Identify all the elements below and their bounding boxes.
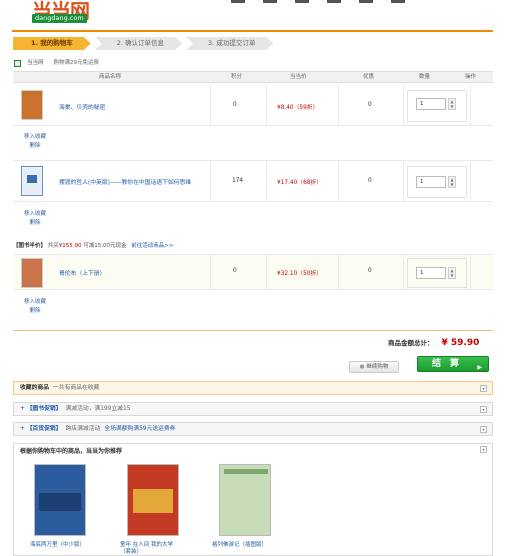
promotion-banner: 【图书半价】 共买¥155.90 可减15.00元现金 前往活动商品>> bbox=[13, 240, 493, 252]
recommended-book-cover[interactable] bbox=[34, 464, 86, 536]
total-amount: ¥ 59.90 bbox=[441, 338, 480, 348]
select-all-label: 当当网 bbox=[27, 60, 44, 66]
product-points: 0 bbox=[233, 102, 237, 108]
shipping-note: 购物满29元免运费 bbox=[53, 60, 100, 66]
collapse-toggle-icon[interactable]: ▾ bbox=[480, 406, 487, 413]
collapse-toggle-icon[interactable]: ▾ bbox=[480, 426, 487, 433]
promo-tag: 【图书半价】 bbox=[13, 243, 47, 249]
general-promo-section[interactable]: + 【百货促销】 跨店满减活动 全场满额购满59元送运费券 ▾ bbox=[13, 422, 493, 436]
product-discount: 0 bbox=[368, 178, 372, 184]
quantity-stepper[interactable]: ▲ ▼ bbox=[448, 176, 456, 188]
section-note: 跨店满减活动 bbox=[65, 426, 101, 432]
product-price: ¥17.40（68折） bbox=[277, 180, 323, 186]
collapse-toggle-icon[interactable]: ▾ bbox=[480, 446, 487, 453]
book-promo-section[interactable]: + 【图书促销】 满减活动，满199立减15 ▾ bbox=[13, 402, 493, 416]
checkout-button[interactable]: 结 算 ▶ bbox=[417, 356, 489, 372]
product-name-link[interactable]: 摆渡的哲人(中英版)——教你在中国话语下如何思维 bbox=[59, 177, 191, 186]
header-divider bbox=[12, 30, 493, 32]
continue-shopping-button[interactable]: ● 继续购物 bbox=[349, 361, 399, 373]
expand-icon: + bbox=[20, 406, 25, 412]
product-cover-image[interactable] bbox=[21, 90, 43, 120]
decrement-icon[interactable]: ▼ bbox=[449, 182, 455, 187]
step-cart: 1. 我的购物车 bbox=[13, 37, 91, 50]
section-title: 收藏的商品 bbox=[20, 385, 49, 391]
row-actions: 移入收藏 删除 bbox=[24, 133, 46, 151]
decrement-icon[interactable]: ▼ bbox=[449, 273, 455, 278]
select-all-row: 当当网 购物满29元免运费 bbox=[14, 58, 99, 68]
col-actions: 操作 bbox=[465, 74, 477, 80]
product-cover-image[interactable] bbox=[21, 166, 43, 196]
section-title: 【图书促销】 bbox=[26, 406, 62, 412]
cart-row: 摆渡的哲人(中英版)——教你在中国话语下如何思维 174 ¥17.40（68折）… bbox=[13, 160, 493, 202]
promo-amount: ¥155.90 bbox=[58, 243, 82, 249]
quantity-input[interactable]: 1 bbox=[416, 176, 446, 188]
order-total: 商品金额总计： ¥ 59.90 bbox=[388, 337, 479, 348]
recommended-book-title[interactable]: 海底两万里（中少版） bbox=[30, 542, 92, 549]
step-confirm-order: 2. 确认订单信息 bbox=[95, 37, 182, 50]
delete-link[interactable]: 删除 bbox=[24, 307, 46, 316]
quantity-stepper[interactable]: ▲ ▼ bbox=[448, 98, 456, 110]
recommended-book-title[interactable]: 童年 在人间 我的大学（套装） bbox=[120, 542, 182, 556]
section-title: 【百货促销】 bbox=[26, 426, 62, 432]
collapse-toggle-icon[interactable]: ▾ bbox=[480, 385, 487, 392]
product-name-link[interactable]: 哥伦布（上下册） bbox=[59, 268, 105, 277]
move-to-favorites-link[interactable]: 移入收藏 bbox=[24, 210, 46, 219]
product-points: 0 bbox=[233, 268, 237, 274]
cart-row: 海棠、贝壳的秘密 0 ¥8.40（59折） 0 1 ▲ ▼ bbox=[13, 84, 493, 126]
promo-link[interactable]: 前往活动商品>> bbox=[131, 243, 173, 249]
product-price: ¥32.10（50折） bbox=[277, 271, 323, 277]
cart-row: 哥伦布（上下册） 0 ¥32.10（50折） 0 1 ▲ ▼ bbox=[13, 254, 493, 290]
decrement-icon[interactable]: ▼ bbox=[449, 104, 455, 109]
quantity-stepper[interactable]: ▲ ▼ bbox=[448, 267, 456, 279]
col-points: 积分 bbox=[231, 74, 243, 80]
checkout-label: 结 算 bbox=[432, 359, 460, 369]
expand-icon: + bbox=[20, 426, 25, 432]
move-to-favorites-link[interactable]: 移入收藏 bbox=[24, 133, 46, 142]
promo-text: 共买 bbox=[47, 243, 59, 249]
row-actions: 移入收藏 删除 bbox=[24, 210, 46, 228]
move-to-favorites-link[interactable]: 移入收藏 bbox=[24, 298, 46, 307]
product-price: ¥8.40（59折） bbox=[277, 105, 319, 111]
quantity-input[interactable]: 1 bbox=[416, 267, 446, 279]
product-cover-image[interactable] bbox=[21, 258, 43, 288]
arrow-right-icon: ▶ bbox=[477, 364, 482, 371]
product-discount: 0 bbox=[368, 102, 372, 108]
col-discount: 优惠 bbox=[363, 74, 375, 80]
recommendation-title: 根据你购物车中的商品，当当为你推荐 bbox=[20, 448, 123, 455]
total-divider bbox=[13, 330, 493, 331]
section-note: 一共有商品在收藏 bbox=[53, 385, 100, 391]
col-product-name: 商品名称 bbox=[99, 74, 122, 80]
col-quantity: 数量 bbox=[419, 74, 431, 80]
delete-link[interactable]: 删除 bbox=[24, 219, 46, 228]
recommended-book-cover[interactable] bbox=[219, 464, 271, 536]
recommended-book-title[interactable]: 格列佛游记（插图版） bbox=[212, 542, 274, 549]
product-points: 174 bbox=[232, 178, 244, 184]
promo-text2: 可减15.00元现金 bbox=[83, 243, 127, 249]
product-name-link[interactable]: 海棠、贝壳的秘密 bbox=[59, 102, 105, 111]
logo-domain[interactable]: dangdang.com bbox=[32, 14, 87, 23]
step-submit-order: 3. 成功提交订单 bbox=[186, 37, 273, 50]
select-all-checkbox[interactable] bbox=[14, 59, 21, 67]
continue-shopping-label: 继续购物 bbox=[366, 364, 389, 370]
product-discount: 0 bbox=[368, 268, 372, 274]
favorites-section[interactable]: 收藏的商品 一共有商品在收藏 ▾ bbox=[13, 381, 493, 395]
row-actions: 移入收藏 删除 bbox=[24, 298, 46, 316]
top-nav-links[interactable] bbox=[231, 0, 501, 6]
delete-link[interactable]: 删除 bbox=[24, 142, 46, 151]
quantity-input[interactable]: 1 bbox=[416, 98, 446, 110]
section-note: 满减活动，满199立减15 bbox=[65, 406, 131, 412]
total-label: 商品金额总计： bbox=[388, 339, 434, 347]
circle-icon: ● bbox=[359, 364, 365, 370]
cart-table-header: 商品名称 积分 当当价 优惠 数量 操作 bbox=[13, 71, 493, 83]
recommended-book-cover[interactable] bbox=[127, 464, 179, 536]
section-extra[interactable]: 全场满额购满59元送运费券 bbox=[104, 426, 175, 432]
checkout-steps: 1. 我的购物车 2. 确认订单信息 3. 成功提交订单 bbox=[13, 37, 277, 50]
col-price: 当当价 bbox=[290, 74, 307, 80]
